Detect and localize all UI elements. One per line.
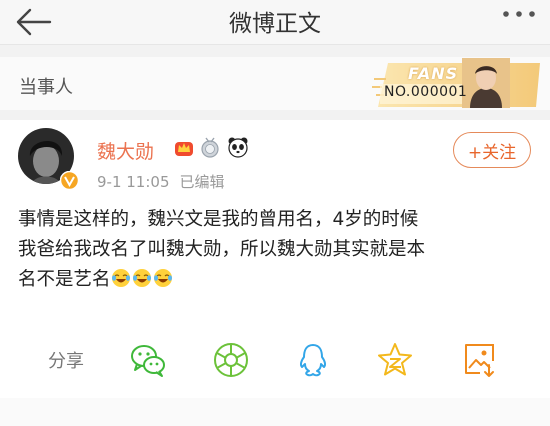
page-title: 微博正文 bbox=[229, 11, 321, 37]
post-line-text: 名不是艺名 bbox=[18, 269, 111, 290]
medal-icon[interactable] bbox=[200, 137, 220, 159]
post-meta: 9-1 11:05 已编辑 bbox=[97, 171, 235, 192]
navbar: 微博正文 bbox=[0, 0, 550, 44]
crown-vip-icon[interactable] bbox=[174, 138, 194, 158]
follow-button[interactable]: +关注 bbox=[453, 132, 531, 168]
share-label: 分享 bbox=[48, 351, 84, 372]
section-gap bbox=[0, 45, 550, 57]
save-image-icon[interactable] bbox=[460, 341, 498, 379]
laugh-cry-emoji-icon bbox=[132, 269, 151, 287]
post-line: 我爸给我改名了叫魏大勋，所以魏大勋其实就是本 bbox=[18, 239, 426, 260]
section-gap bbox=[0, 110, 550, 120]
panda-icon[interactable] bbox=[227, 136, 249, 158]
fans-number: NO.000001 bbox=[384, 84, 468, 100]
laugh-cry-emoji-icon bbox=[111, 269, 130, 287]
party-label: 当事人 bbox=[19, 77, 73, 98]
verified-badge-icon bbox=[60, 171, 79, 190]
laugh-cry-emojis bbox=[111, 268, 174, 298]
wechat-icon[interactable] bbox=[129, 341, 167, 379]
qq-icon[interactable] bbox=[294, 341, 332, 379]
bottom-gap bbox=[0, 398, 550, 426]
post-line: 事情是这样的，魏兴文是我的曾用名，4岁的时候 bbox=[18, 209, 419, 230]
post-body: 事情是这样的，魏兴文是我的曾用名，4岁的时候 我爸给我改名了叫魏大勋，所以魏大勋… bbox=[18, 205, 538, 298]
fans-badge-avatar bbox=[462, 58, 510, 108]
more-options-icon[interactable] bbox=[502, 9, 536, 19]
post-time: 9-1 11:05 bbox=[97, 173, 170, 191]
party-header: 当事人 bbox=[0, 57, 550, 110]
post-line-last: 名不是艺名 bbox=[18, 265, 538, 298]
author-name[interactable]: 魏大勋 bbox=[97, 137, 154, 164]
edited-label: 已编辑 bbox=[179, 173, 225, 191]
fans-text: FANS bbox=[408, 64, 459, 83]
qzone-star-icon[interactable] bbox=[376, 341, 414, 379]
wechat-moments-icon[interactable] bbox=[212, 341, 250, 379]
laugh-cry-emoji-icon bbox=[153, 269, 172, 287]
